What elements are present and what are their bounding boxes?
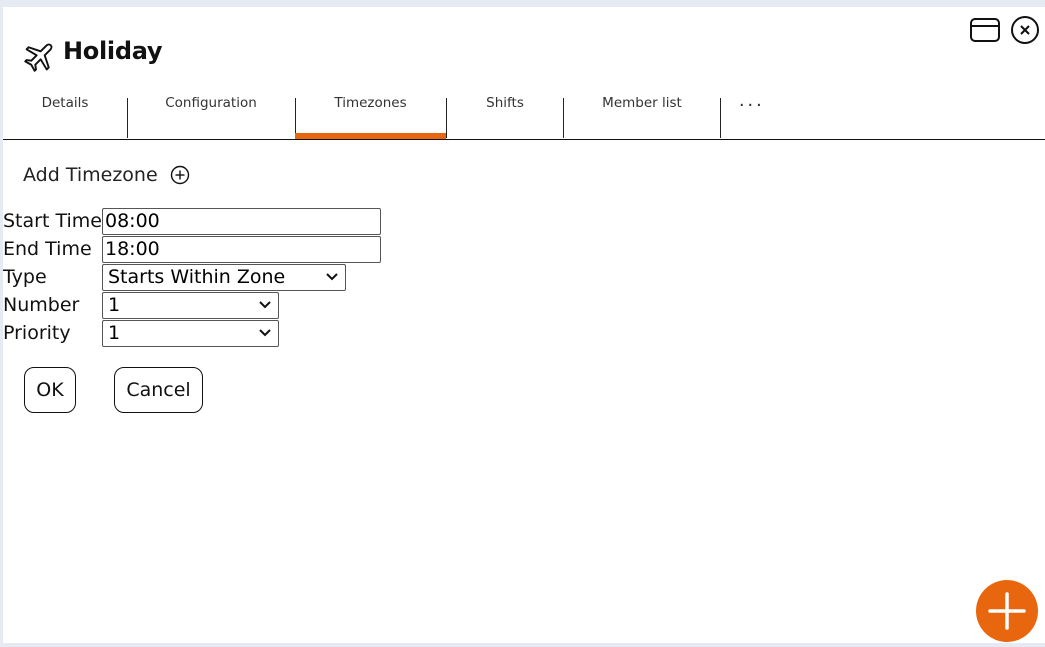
end-time-field[interactable] bbox=[102, 235, 381, 263]
priority-row: Priority 1 bbox=[3, 319, 279, 347]
type-select-value: Starts Within Zone bbox=[108, 266, 286, 288]
plus-circle-icon bbox=[170, 165, 189, 185]
plus-icon bbox=[988, 592, 1026, 630]
tab-bar: Details Configuration Timezones Shifts M… bbox=[3, 89, 1045, 140]
chevron-down-icon bbox=[259, 329, 271, 337]
type-row: Type Starts Within Zone bbox=[3, 263, 346, 291]
priority-label: Priority bbox=[3, 322, 71, 344]
tab-label: Shifts bbox=[486, 95, 524, 111]
add-fab-button[interactable] bbox=[976, 580, 1038, 642]
tab-shifts[interactable]: Shifts bbox=[447, 89, 563, 139]
type-select[interactable]: Starts Within Zone bbox=[102, 263, 346, 291]
tab-label: Member list bbox=[602, 95, 682, 111]
tab-timezones[interactable]: Timezones bbox=[295, 89, 446, 139]
add-timezone-label: Add Timezone bbox=[23, 164, 158, 186]
add-timezone-button[interactable]: Add Timezone bbox=[23, 164, 190, 186]
end-time-label: End Time bbox=[3, 238, 92, 260]
close-circle-icon[interactable] bbox=[1009, 15, 1041, 45]
tab-label: Details bbox=[41, 95, 89, 111]
priority-select-value: 1 bbox=[108, 322, 121, 344]
page-title: Holiday bbox=[63, 37, 163, 65]
end-time-input[interactable] bbox=[105, 238, 378, 260]
priority-select[interactable]: 1 bbox=[102, 319, 279, 347]
number-label: Number bbox=[3, 294, 80, 316]
start-time-field[interactable] bbox=[102, 207, 381, 235]
number-select-value: 1 bbox=[108, 294, 121, 316]
tab-divider bbox=[720, 98, 721, 138]
tab-label: Timezones bbox=[334, 95, 407, 111]
end-time-row: End Time bbox=[3, 235, 381, 263]
airplane-icon bbox=[24, 43, 53, 72]
tab-configuration[interactable]: Configuration bbox=[128, 89, 294, 139]
cancel-button[interactable]: Cancel bbox=[114, 367, 203, 413]
start-time-input[interactable] bbox=[105, 210, 378, 232]
chevron-down-icon bbox=[259, 301, 271, 309]
number-row: Number 1 bbox=[3, 291, 279, 319]
start-time-row: Start Time bbox=[3, 207, 381, 235]
tab-details[interactable]: Details bbox=[23, 89, 107, 139]
tab-label: Configuration bbox=[165, 95, 257, 111]
start-time-label: Start Time bbox=[3, 210, 102, 232]
chevron-down-icon bbox=[326, 273, 338, 281]
type-label: Type bbox=[3, 266, 47, 288]
ok-button[interactable]: OK bbox=[24, 367, 76, 413]
dialog-panel: Holiday Details Configuration Timezones … bbox=[3, 7, 1045, 643]
window-maximize-icon[interactable] bbox=[969, 15, 1001, 45]
number-select[interactable]: 1 bbox=[102, 291, 279, 319]
more-tabs-button[interactable]: ... bbox=[739, 89, 765, 129]
tab-member-list[interactable]: Member list bbox=[564, 89, 720, 139]
